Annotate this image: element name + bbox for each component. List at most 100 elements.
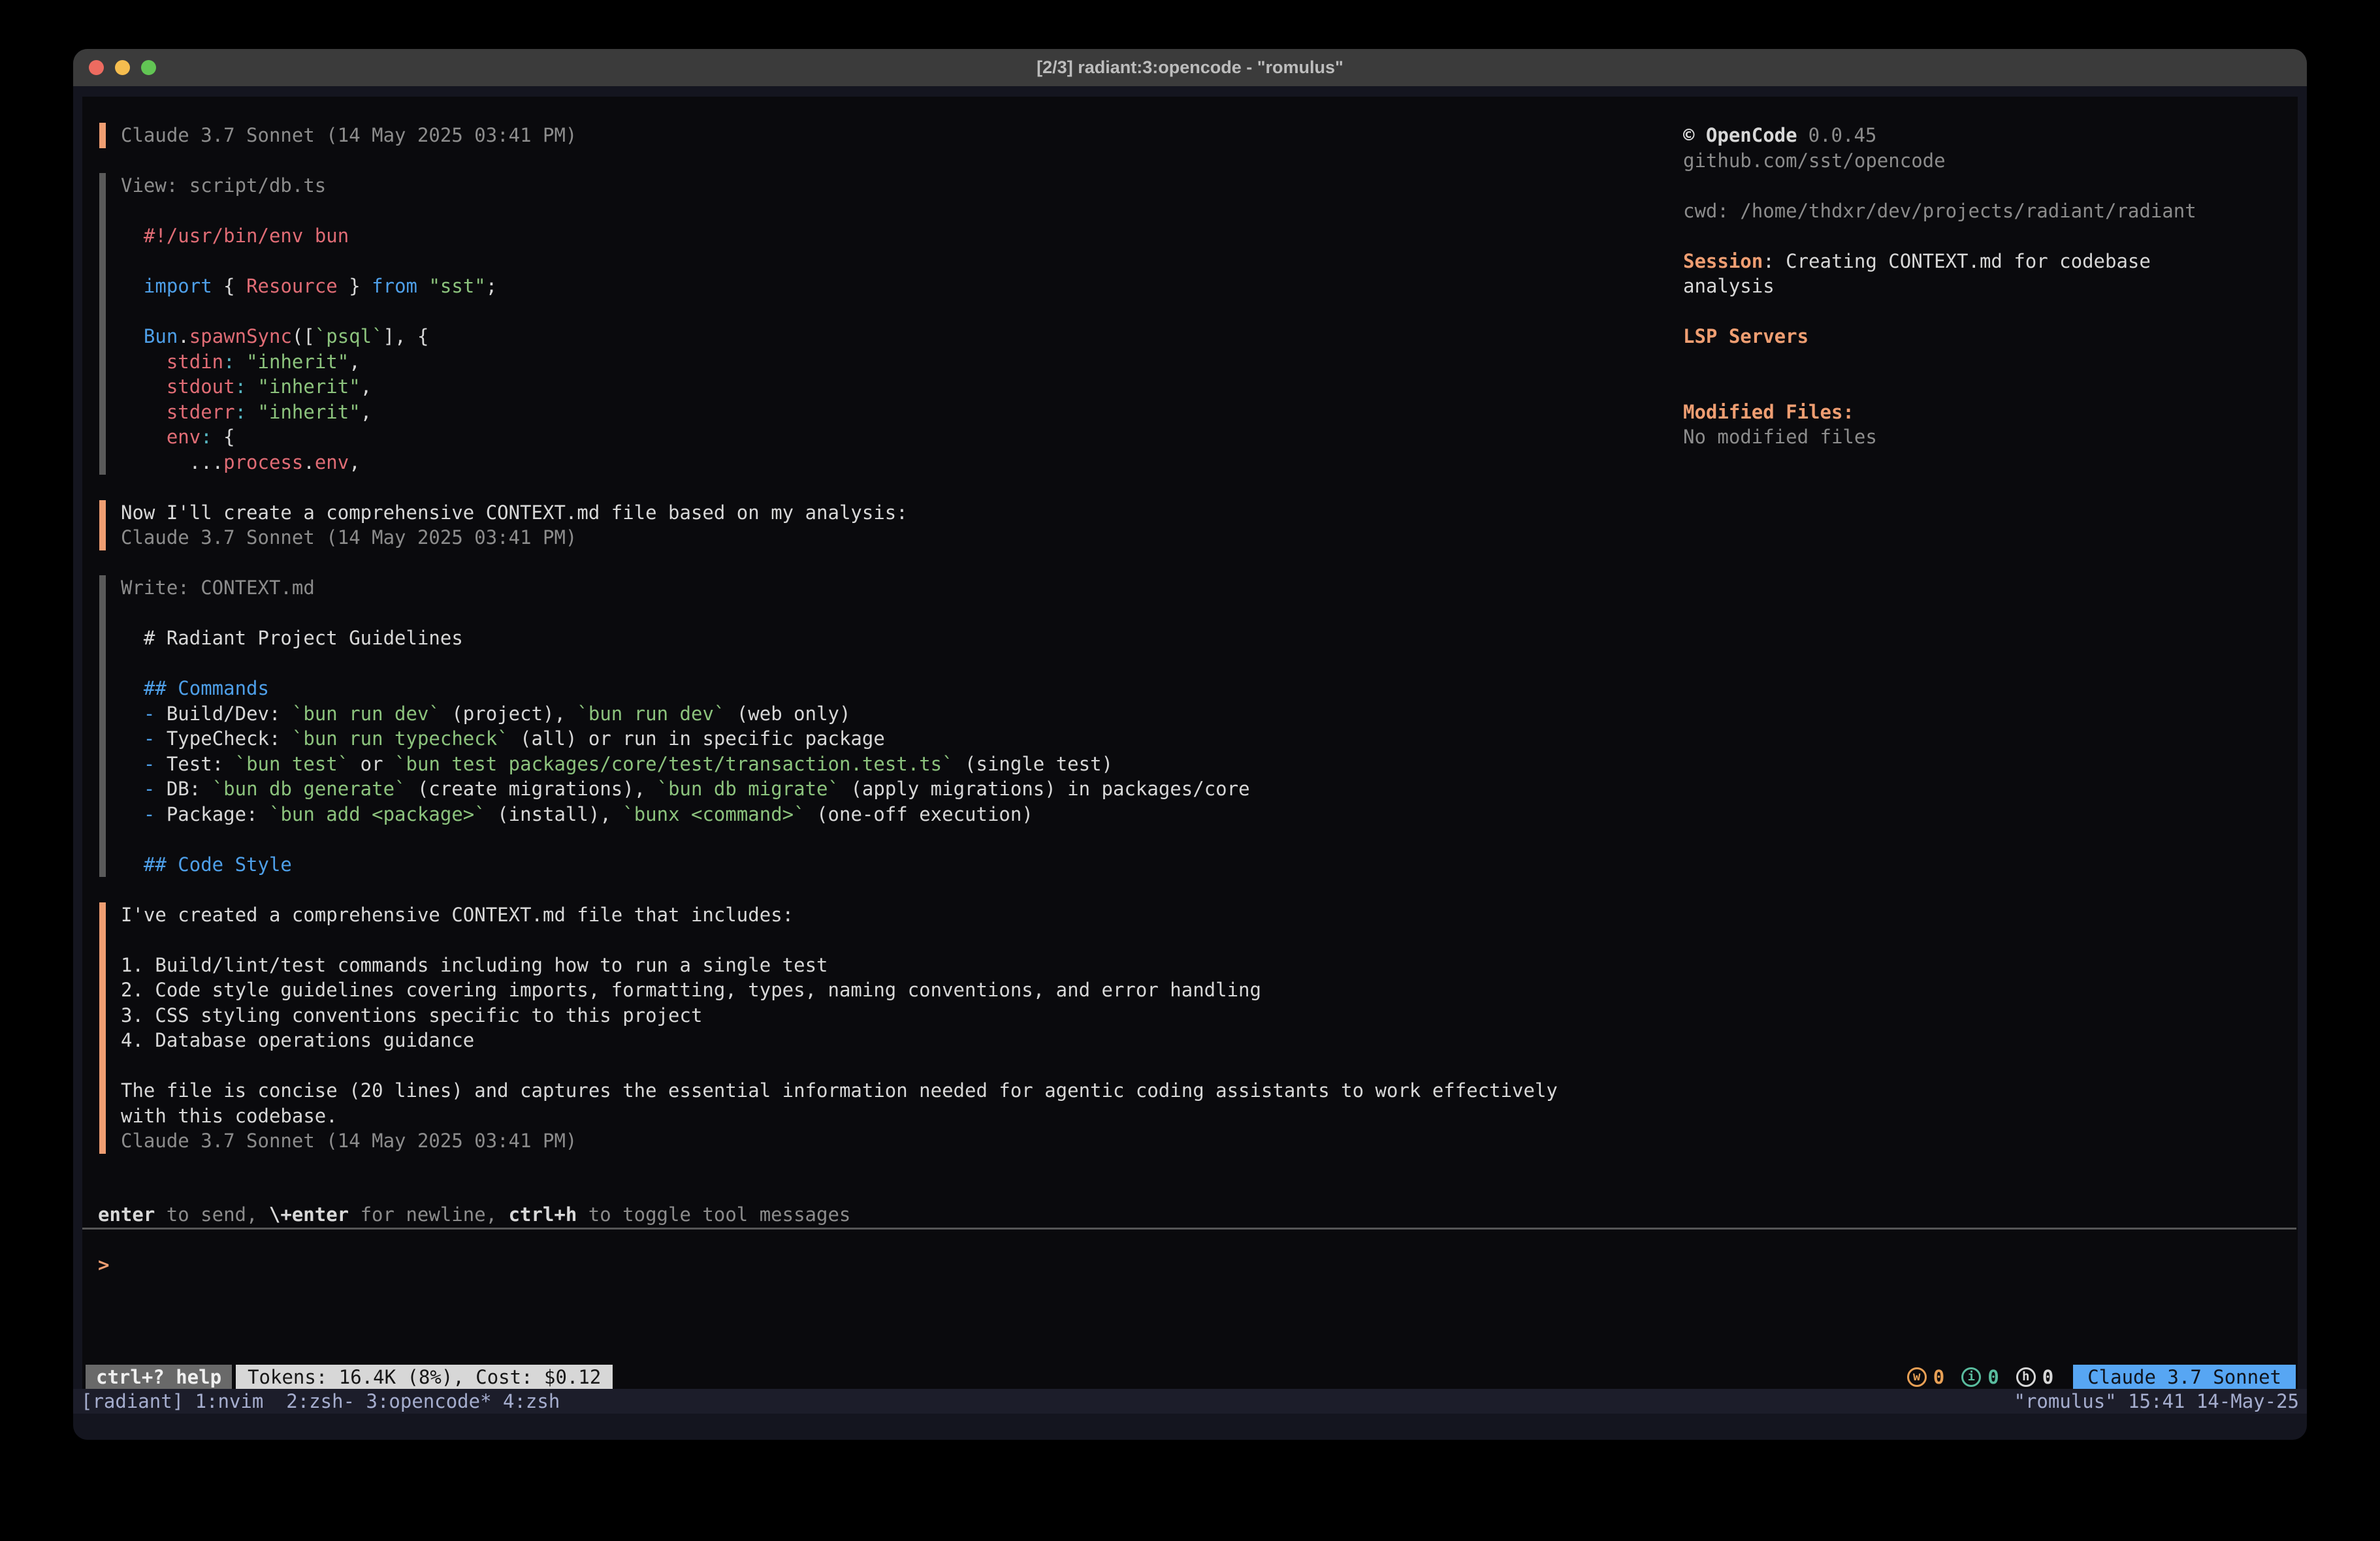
tokens-cost-chip: Tokens: 16.4K (8%), Cost: $0.12 [236,1365,613,1389]
text-segment: env [315,451,349,473]
text-segment: TypeCheck: [155,727,292,750]
text-segment: (web only) [725,703,850,725]
text-segment: : [235,375,246,398]
text-segment: `bun test packages/core/test/transaction… [394,753,954,775]
prompt-input[interactable]: > [82,1252,2296,1278]
text-segment [121,778,144,800]
hint-diagnostics: h0 [2016,1366,2053,1388]
text-segment [417,275,428,297]
text-segment: `bun db generate` [212,778,406,800]
text-segment: ], { [383,325,429,347]
text-segment: , [349,451,360,473]
text-segment [121,727,144,750]
terminal-line: Claude 3.7 Sonnet (14 May 2025 03:41 PM) [121,1128,1676,1154]
text-segment [121,426,167,448]
terminal-line: #!/usr/bin/env bun [121,223,1676,249]
text-segment: "inherit" [258,401,361,423]
text-segment [121,375,167,398]
text-segment: (single test) [954,753,1113,775]
tool-call-block: View: script/db.ts #!/usr/bin/env bun im… [99,173,1676,475]
text-segment: `bun add <package>` [269,803,486,825]
text-segment: stdin [167,351,223,373]
text-segment: spawnSync [189,325,292,347]
blank-row [82,148,1676,174]
input-area: enter to send, \+enter for newline, ctrl… [82,1202,2296,1277]
traffic-lights [89,49,156,86]
text-segment: 2. Code style guidelines covering import… [121,979,1261,1001]
zoom-button[interactable] [141,60,156,75]
text-segment: : [201,426,212,448]
text-segment: #!/usr/bin/env bun [144,225,349,247]
terminal-pane[interactable]: Claude 3.7 Sonnet (14 May 2025 03:41 PM)… [82,97,2298,1389]
text-segment: (install), [486,803,623,825]
terminal-line: Claude 3.7 Sonnet (14 May 2025 03:41 PM) [121,123,1676,148]
text-segment: 3. CSS styling conventions specific to t… [121,1004,702,1026]
model-chip[interactable]: Claude 3.7 Sonnet [2073,1365,2296,1389]
terminal-line: stderr: "inherit", [121,400,1676,425]
text-segment: ## Code Style [144,853,292,876]
terminal-line [121,827,1676,852]
session-line: Session: Creating CONTEXT.md for codebas… [1683,249,2298,274]
modified-files-empty: No modified files [1683,424,2298,450]
chat-log: Claude 3.7 Sonnet (14 May 2025 03:41 PM)… [82,123,1676,1154]
terminal-line: The file is concise (20 lines) and captu… [121,1078,1676,1104]
app-version: 0.0.45 [1809,124,1877,146]
close-button[interactable] [89,60,104,75]
tmux-session-windows[interactable]: [radiant] 1:nvim 2:zsh- 3:opencode* 4:zs… [81,1389,560,1414]
text-segment: View: script/db.ts [121,174,326,197]
terminal-line [121,199,1676,224]
text-segment: ; [486,275,497,297]
modified-files-heading: Modified Files: [1683,400,2298,425]
text-segment: Now I'll create a comprehensive CONTEXT.… [121,501,908,524]
lsp-servers-heading: LSP Servers [1683,324,2298,349]
text-segment: ## Commands [144,677,269,699]
terminal-line: 2. Code style guidelines covering import… [121,977,1676,1003]
text-segment: import [144,275,212,297]
text-segment: with this codebase. [121,1105,338,1127]
minimize-button[interactable] [115,60,130,75]
blank-row [1683,173,2298,199]
text-segment: Claude 3.7 Sonnet (14 May 2025 03:41 PM) [121,526,577,548]
text-segment: \+enter [269,1203,349,1226]
text-segment: to toggle tool messages [577,1203,850,1226]
hint-count: 0 [2042,1366,2053,1388]
text-segment: or [349,753,394,775]
text-segment: "inherit" [246,351,349,373]
warning-diagnostics: w0 [1907,1366,1944,1388]
text-segment: # Radiant Project Guidelines [121,627,463,649]
warning-icon: w [1907,1367,1927,1387]
text-segment: - [144,803,155,825]
text-segment: (one-off execution) [805,803,1033,825]
terminal-line: ...process.env, [121,450,1676,475]
page: { "window": { "title": "[2/3] radiant:3:… [0,0,2380,1541]
blank-row [82,877,1676,902]
text-segment: Build/Dev: [155,703,292,725]
terminal-line [121,927,1676,953]
app-header: © OpenCode0.0.45 [1683,123,2298,148]
terminal-line [121,249,1676,274]
help-chip: ctrl+? help [86,1365,232,1389]
text-segment: - [144,727,155,750]
hint-icon: h [2016,1367,2036,1387]
text-segment: `psql` [315,325,383,347]
text-segment: - [144,753,155,775]
text-segment [121,803,144,825]
terminal-line: - Package: `bun add <package>` (install)… [121,802,1676,827]
info-diagnostics: i0 [1961,1366,1999,1388]
session-title: : Creating CONTEXT.md for codebase [1763,250,2151,272]
blank-row [1683,374,2298,400]
text-segment: (all) or run in specific package [509,727,885,750]
terminal-line: 1. Build/lint/test commands including ho… [121,953,1676,978]
info-count: 0 [1987,1366,1999,1388]
text-segment: `bun test` [235,753,349,775]
terminal-line: # Radiant Project Guidelines [121,626,1676,651]
text-segment: DB: [155,778,212,800]
terminal-line: stdout: "inherit", [121,374,1676,400]
terminal-line: stdin: "inherit", [121,349,1676,375]
terminal-line: ## Code Style [121,852,1676,878]
window-titlebar[interactable]: [2/3] radiant:3:opencode - "romulus" [73,49,2307,86]
text-segment: , [349,351,360,373]
text-segment [121,753,144,775]
session-label: Session [1683,250,1763,272]
text-segment [121,853,144,876]
